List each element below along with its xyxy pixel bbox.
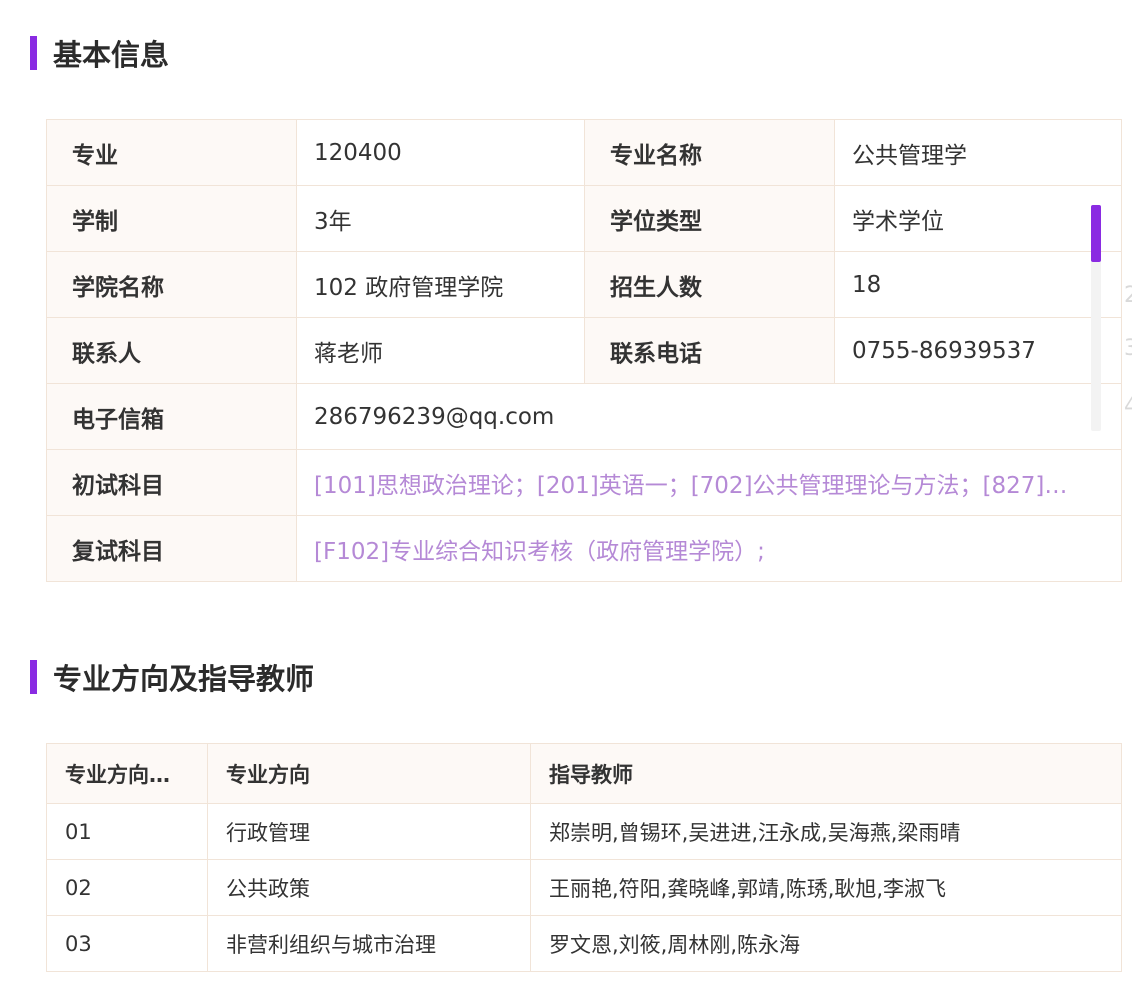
advisors-cell: 罗文恩,刘筱,周林刚,陈永海 (530, 915, 1122, 972)
header-direction-code: 专业方向… (46, 743, 208, 804)
direction-code-cell: 02 (46, 859, 208, 916)
info-row-email: 电子信箱 286796239@qq.com (46, 383, 1122, 450)
contact-value: 蒋老师 (296, 317, 585, 384)
college-label: 学院名称 (46, 251, 297, 318)
duration-label: 学制 (46, 185, 297, 252)
major-code-value: 120400 (296, 119, 585, 186)
direction-code-cell: 03 (46, 915, 208, 972)
section-title-basic-info: 基本信息 (30, 36, 169, 72)
retest-subjects-link[interactable]: [F102]专业综合知识考核（政府管理学院）; (296, 515, 1122, 582)
advisors-cell: 王丽艳,符阳,龚晓峰,郭靖,陈琇,耿旭,李淑飞 (530, 859, 1122, 916)
advisors-cell: 郑崇明,曾锡环,吴进进,汪永成,吴海燕,梁雨晴 (530, 803, 1122, 860)
enrollment-value: 18 (834, 251, 1122, 318)
section-accent-bar (30, 660, 37, 694)
info-row-major: 专业 120400 专业名称 公共管理学 (46, 119, 1122, 186)
section-title-text: 专业方向及指导教师 (53, 662, 315, 696)
prelim-subjects-link[interactable]: [101]思想政治理论；[201]英语一；[702]公共管理理论与方法；[827… (296, 449, 1122, 516)
table-row: 02 公共政策 王丽艳,符阳,龚晓峰,郭靖,陈琇,耿旭,李淑飞 (46, 859, 1122, 916)
page: 基本信息 专业 120400 专业名称 公共管理学 学制 3年 学位类型 学术学… (0, 0, 1132, 1006)
prelim-subjects-label: 初试科目 (46, 449, 297, 516)
clipped-edge-text: 4 (1124, 394, 1132, 419)
directions-table: 专业方向… 专业方向 指导教师 01 行政管理 郑崇明,曾锡环,吴进进,汪永成,… (46, 743, 1122, 972)
college-value: 102 政府管理学院 (296, 251, 585, 318)
table-row: 01 行政管理 郑崇明,曾锡环,吴进进,汪永成,吴海燕,梁雨晴 (46, 803, 1122, 860)
basic-info-table: 专业 120400 专业名称 公共管理学 学制 3年 学位类型 学术学位 学院名… (46, 119, 1122, 582)
phone-label: 联系电话 (584, 317, 835, 384)
table-row: 03 非营利组织与城市治理 罗文恩,刘筱,周林刚,陈永海 (46, 915, 1122, 972)
degree-type-value: 学术学位 (834, 185, 1122, 252)
retest-subjects-label: 复试科目 (46, 515, 297, 582)
email-value: 286796239@qq.com (296, 383, 1122, 450)
info-row-college: 学院名称 102 政府管理学院 招生人数 18 (46, 251, 1122, 318)
email-label: 电子信箱 (46, 383, 297, 450)
info-row-prelim: 初试科目 [101]思想政治理论；[201]英语一；[702]公共管理理论与方法… (46, 449, 1122, 516)
duration-value: 3年 (296, 185, 585, 252)
enrollment-label: 招生人数 (584, 251, 835, 318)
direction-name-cell: 非营利组织与城市治理 (207, 915, 531, 972)
degree-type-label: 学位类型 (584, 185, 835, 252)
section-title-text: 基本信息 (53, 38, 170, 72)
info-row-duration: 学制 3年 学位类型 学术学位 (46, 185, 1122, 252)
contact-label: 联系人 (46, 317, 297, 384)
direction-name-cell: 公共政策 (207, 859, 531, 916)
clipped-edge-text: 3 (1124, 336, 1132, 361)
info-row-retest: 复试科目 [F102]专业综合知识考核（政府管理学院）; (46, 515, 1122, 582)
section-title-directions: 专业方向及指导教师 (30, 660, 314, 696)
directions-header-row: 专业方向… 专业方向 指导教师 (46, 743, 1122, 804)
header-direction-name: 专业方向 (207, 743, 531, 804)
direction-name-cell: 行政管理 (207, 803, 531, 860)
vertical-scrollbar[interactable] (1091, 205, 1101, 431)
scrollbar-thumb[interactable] (1091, 205, 1101, 262)
major-code-label: 专业 (46, 119, 297, 186)
section-accent-bar (30, 36, 37, 70)
major-name-label: 专业名称 (584, 119, 835, 186)
clipped-edge-text: 2 (1124, 283, 1132, 308)
direction-code-cell: 01 (46, 803, 208, 860)
header-advisors: 指导教师 (530, 743, 1122, 804)
phone-value: 0755-86939537 (834, 317, 1122, 384)
major-name-value: 公共管理学 (834, 119, 1122, 186)
info-row-contact: 联系人 蒋老师 联系电话 0755-86939537 (46, 317, 1122, 384)
